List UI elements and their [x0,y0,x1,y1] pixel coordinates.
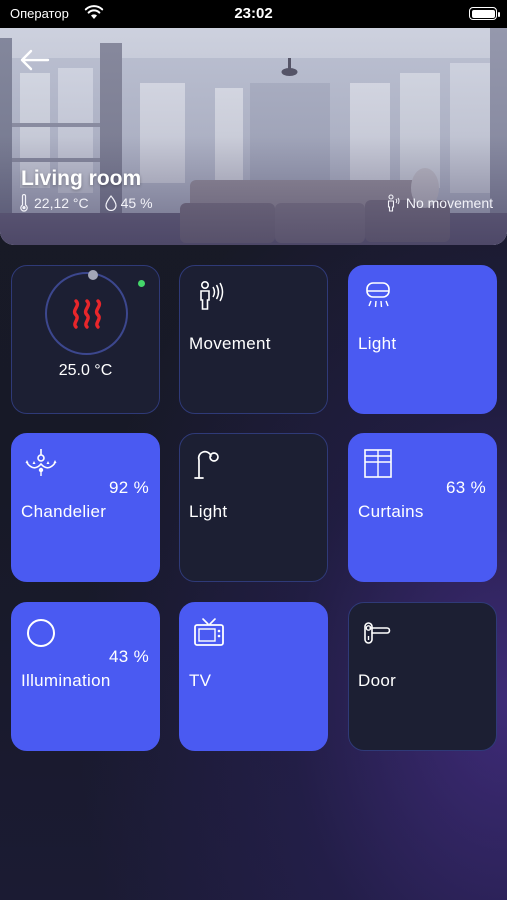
room-temperature: 22,12 °C [34,195,89,211]
room-humidity: 45 % [120,195,153,211]
motion-sensor-icon [387,194,400,212]
clock: 23:02 [234,5,273,22]
tv-tile[interactable]: TV [179,602,328,751]
tile-label: Light [358,334,397,353]
tile-value: 43 % [109,647,149,666]
movement-tile[interactable]: Movement [179,265,328,414]
tile-value: 92 % [109,478,149,497]
tile-label: Light [189,502,228,521]
status-bar: Оператор 23:02 [0,0,507,28]
tv-icon [194,618,224,646]
room-climate: 22,12 °C 45 % [18,194,153,212]
thermostat-temperature: 25.0 °C [58,362,113,379]
light-tile-1[interactable]: Light [348,265,497,414]
battery-icon [469,7,500,20]
humidity-icon [105,195,117,211]
movement-status-text: No movement [405,195,493,211]
heater-icon [72,299,102,329]
curtains-tile[interactable]: 63 % Curtains [348,433,497,582]
floor-lamp-icon [194,450,219,479]
thermostat-knob[interactable] [88,270,98,280]
tile-label: TV [189,671,212,690]
curtains-icon [364,449,392,478]
online-indicator [138,280,145,287]
tile-value: 63 % [446,478,486,497]
chandelier-tile[interactable]: 92 % Chandelier [11,433,160,582]
chandelier-icon [25,449,57,476]
motion-sensor-icon [200,280,224,310]
tile-label: Door [358,671,397,690]
screen: Оператор 23:02 Living room 22,12 °C 45 %… [0,0,507,900]
light-tile-2[interactable]: Light [179,433,328,582]
tile-label: Movement [189,334,271,353]
tile-label: Curtains [358,502,424,521]
door-handle-icon [364,622,391,644]
thermometer-icon [20,194,28,212]
tile-label: Illumination [21,671,111,690]
movement-status: No movement [384,194,493,212]
back-arrow-icon[interactable] [18,46,52,74]
room-header: Living room 22,12 °C 45 % No movement [0,28,507,245]
door-tile[interactable]: Door [348,602,497,751]
ceiling-light-icon [366,282,390,308]
thermostat-tile[interactable]: 25.0 °C [11,265,160,414]
room-title: Living room [21,167,142,190]
tile-label: Chandelier [21,502,107,521]
illumination-tile[interactable]: 43 % Illumination [11,602,160,751]
circle-icon [27,619,55,647]
